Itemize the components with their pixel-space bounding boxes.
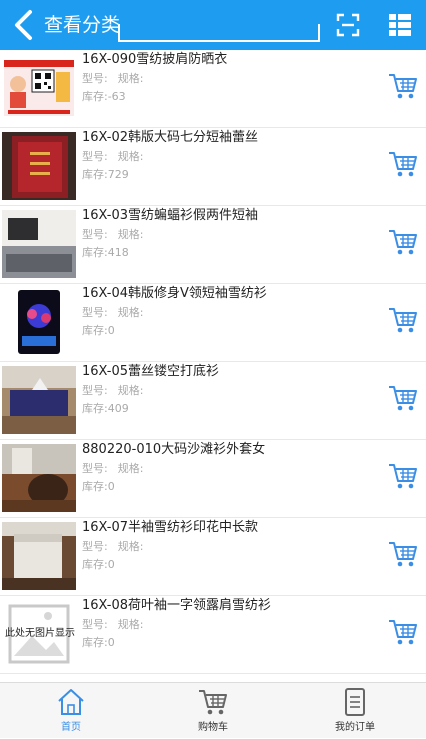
product-name: 16X-07半袖雪纺衫印花中长款 xyxy=(82,520,259,535)
scan-icon[interactable] xyxy=(336,13,360,37)
add-to-cart-icon[interactable] xyxy=(388,540,418,568)
home-icon xyxy=(58,689,84,715)
product-specs: 型号: 规格: xyxy=(82,150,153,164)
spec-label: 规格: xyxy=(117,384,144,397)
product-name: 16X-02韩版大码七分短袖蕾丝 xyxy=(82,130,259,145)
model-label: 型号: xyxy=(82,462,108,475)
product-stock: 库存:0 xyxy=(82,636,115,649)
product-image xyxy=(2,288,76,356)
tab-orders-label: 我的订单 xyxy=(335,722,375,733)
product-image xyxy=(2,522,76,590)
model-label: 型号: xyxy=(82,540,108,553)
product-row[interactable]: 16X-02韩版大码七分短袖蕾丝 型号: 规格: 库存:729 xyxy=(0,128,426,206)
model-label: 型号: xyxy=(82,618,108,631)
product-image-placeholder: 此处无图片显示 xyxy=(2,600,76,668)
product-image xyxy=(2,444,76,512)
product-image xyxy=(2,210,76,278)
tab-home-label: 首页 xyxy=(61,722,81,733)
add-to-cart-icon[interactable] xyxy=(388,618,418,646)
spec-label: 规格: xyxy=(117,72,144,85)
product-stock: 库存:-63 xyxy=(82,90,126,103)
list-view-icon[interactable] xyxy=(388,13,412,37)
tab-cart-label: 购物车 xyxy=(198,722,228,733)
product-stock: 库存:0 xyxy=(82,324,115,337)
add-to-cart-icon[interactable] xyxy=(388,72,418,100)
tab-home[interactable]: 首页 xyxy=(0,683,142,739)
bottom-tab-bar: 首页 购物车 我的订单 xyxy=(0,682,426,738)
cart-icon xyxy=(199,690,227,715)
product-specs: 型号: 规格: xyxy=(82,384,153,398)
spec-label: 规格: xyxy=(117,306,144,319)
model-label: 型号: xyxy=(82,228,108,241)
product-row[interactable]: 16X-04韩版修身V领短袖雪纺衫 型号: 规格: 库存:0 xyxy=(0,284,426,362)
product-stock: 库存:729 xyxy=(82,168,129,181)
model-label: 型号: xyxy=(82,384,108,397)
tab-orders[interactable]: 我的订单 xyxy=(284,683,426,739)
product-name: 880220-010大码沙滩衫外套女 xyxy=(82,442,266,457)
no-image-label: 此处无图片显示 xyxy=(5,628,75,639)
model-label: 型号: xyxy=(82,72,108,85)
product-stock: 库存:0 xyxy=(82,558,115,571)
add-to-cart-icon[interactable] xyxy=(388,306,418,334)
add-to-cart-icon[interactable] xyxy=(388,150,418,178)
model-label: 型号: xyxy=(82,306,108,319)
product-name: 16X-08荷叶袖一字领露肩雪纺衫 xyxy=(82,598,272,613)
product-name: 16X-04韩版修身V领短袖雪纺衫 xyxy=(82,286,267,301)
orders-icon xyxy=(345,688,365,716)
product-specs: 型号: 规格: xyxy=(82,228,153,242)
spec-label: 规格: xyxy=(117,618,144,631)
product-list: 16X-090雪纺披肩防晒衣 型号: 规格: 库存:-63 16X-02韩版大码… xyxy=(0,50,426,674)
spec-label: 规格: xyxy=(117,150,144,163)
product-image xyxy=(2,132,76,200)
spec-label: 规格: xyxy=(117,462,144,475)
product-name: 16X-090雪纺披肩防晒衣 xyxy=(82,52,228,67)
product-row[interactable]: 16X-03雪纺蝙蝠衫假两件短袖 型号: 规格: 库存:418 xyxy=(0,206,426,284)
model-label: 型号: xyxy=(82,150,108,163)
product-row[interactable]: 16X-090雪纺披肩防晒衣 型号: 规格: 库存:-63 xyxy=(0,50,426,128)
add-to-cart-icon[interactable] xyxy=(388,462,418,490)
spec-label: 规格: xyxy=(117,228,144,241)
search-input[interactable] xyxy=(118,24,320,42)
product-image xyxy=(2,366,76,434)
add-to-cart-icon[interactable] xyxy=(388,384,418,412)
product-specs: 型号: 规格: xyxy=(82,72,153,86)
product-row[interactable]: 16X-07半袖雪纺衫印花中长款 型号: 规格: 库存:0 xyxy=(0,518,426,596)
product-specs: 型号: 规格: xyxy=(82,618,153,632)
product-specs: 型号: 规格: xyxy=(82,462,153,476)
product-specs: 型号: 规格: xyxy=(82,540,153,554)
product-name: 16X-03雪纺蝙蝠衫假两件短袖 xyxy=(82,208,259,223)
product-row[interactable]: 此处无图片显示 16X-08荷叶袖一字领露肩雪纺衫 型号: 规格: 库存:0 xyxy=(0,596,426,674)
top-bar: 查看分类 xyxy=(0,0,426,50)
product-stock: 库存:0 xyxy=(82,480,115,493)
product-row[interactable]: 16X-05蕾丝镂空打底衫 型号: 规格: 库存:409 xyxy=(0,362,426,440)
tab-cart[interactable]: 购物车 xyxy=(142,683,284,739)
spec-label: 规格: xyxy=(117,540,144,553)
add-to-cart-icon[interactable] xyxy=(388,228,418,256)
product-image xyxy=(2,54,76,122)
product-row[interactable]: 880220-010大码沙滩衫外套女 型号: 规格: 库存:0 xyxy=(0,440,426,518)
product-stock: 库存:409 xyxy=(82,402,129,415)
product-stock: 库存:418 xyxy=(82,246,129,259)
product-specs: 型号: 规格: xyxy=(82,306,153,320)
page-title: 查看分类 xyxy=(44,14,121,36)
product-name: 16X-05蕾丝镂空打底衫 xyxy=(82,364,220,379)
back-arrow-icon[interactable] xyxy=(10,8,38,42)
